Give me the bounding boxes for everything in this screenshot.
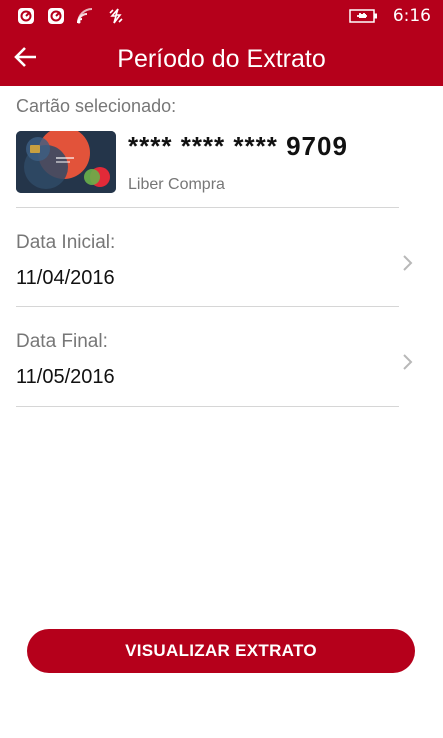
battery-charging-icon (349, 6, 379, 26)
start-date-label: Data Inicial: (16, 232, 116, 253)
notification-icon (16, 6, 36, 26)
chevron-right-icon (400, 352, 414, 372)
selected-card-label: Cartão selecionado: (16, 96, 177, 116)
card-number: **** **** **** 9709 (128, 131, 348, 161)
status-icons (16, 6, 126, 26)
status-bar: 6:16 (0, 0, 443, 32)
chevron-right-icon (400, 253, 414, 273)
back-button[interactable] (0, 32, 52, 86)
back-arrow-icon (14, 46, 38, 73)
wifi-icon (76, 6, 96, 26)
start-date-value: 11/04/2016 (16, 267, 115, 289)
start-date-selector[interactable]: Data Inicial: 11/04/2016 (0, 208, 443, 306)
selected-card[interactable]: **** **** **** 9709 Liber Compra (16, 131, 426, 197)
data-sync-icon (106, 6, 126, 26)
end-date-selector[interactable]: Data Final: 11/05/2016 (0, 307, 443, 405)
card-type: Liber Compra (128, 176, 225, 193)
notification-icon (46, 6, 66, 26)
end-date-value: 11/05/2016 (16, 366, 115, 388)
page-title: Período do Extrato (117, 44, 326, 73)
title-bar: Período do Extrato (0, 32, 443, 86)
end-date-label: Data Final: (16, 331, 108, 352)
view-statement-button[interactable]: VISUALIZAR EXTRATO (27, 629, 415, 673)
divider (16, 406, 399, 407)
clock: 6:16 (392, 6, 431, 26)
card-image (16, 131, 116, 193)
